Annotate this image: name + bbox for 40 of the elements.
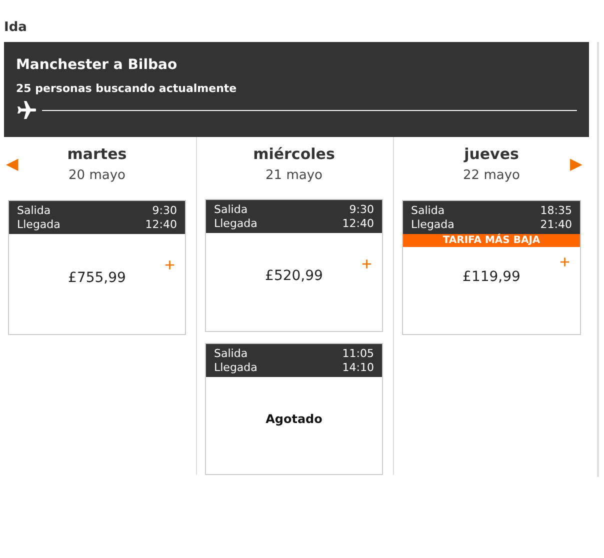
flight-card[interactable]: Salida 9:30 Llegada 12:40 £520,99 + — [205, 199, 383, 332]
departure-label: Salida — [17, 204, 51, 218]
price: £755,99 — [68, 270, 126, 286]
departure-label: Salida — [411, 204, 445, 218]
arrival-label: Llegada — [411, 218, 454, 232]
route-subtitle: 25 personas buscando actualmente — [16, 82, 238, 95]
date: 22 mayo — [463, 168, 520, 183]
weekday: miércoles — [253, 145, 335, 163]
arrival-time: 12:40 — [342, 217, 374, 232]
arrival-time: 12:40 — [145, 218, 177, 232]
departure-time: 9:30 — [152, 204, 177, 218]
weekday: martes — [67, 145, 127, 163]
add-button[interactable]: + — [164, 256, 175, 274]
date: 20 mayo — [68, 168, 126, 183]
section-title: Ida — [3, 20, 28, 37]
flight-card[interactable]: Salida 11:05 Llegada 14:10 Agotado — [205, 342, 383, 475]
arrival-label: Llegada — [17, 218, 60, 232]
flight-card[interactable]: Salida 18:35 Llegada 21:40 TARIFA MÁS BAJA £119,99 + — [402, 200, 581, 335]
departure-label: Salida — [214, 346, 248, 361]
previous-day-button[interactable]: ◀ — [6, 154, 18, 174]
departure-time: 11:05 — [342, 346, 374, 361]
date: 21 mayo — [266, 168, 322, 183]
route-title: Manchester a Bilbao — [16, 57, 178, 73]
flight-card[interactable]: Salida 9:30 Llegada 12:40 £755,99 + — [8, 200, 186, 335]
price: £119,99 — [462, 268, 520, 284]
add-button[interactable]: + — [559, 253, 570, 271]
arrival-label: Llegada — [214, 217, 258, 232]
next-day-button[interactable]: ▶ — [570, 154, 582, 174]
weekday: jueves — [464, 145, 519, 163]
sold-out-label: Agotado — [266, 412, 322, 426]
price: £520,99 — [265, 268, 323, 284]
arrival-time: 21:40 — [540, 218, 572, 232]
arrival-time: 14:10 — [342, 360, 374, 375]
departure-label: Salida — [214, 203, 248, 218]
arrival-label: Llegada — [214, 360, 258, 375]
departure-time: 18:35 — [540, 204, 572, 218]
lowest-fare-badge: TARIFA MÁS BAJA — [403, 234, 580, 247]
airplane-icon — [16, 101, 36, 119]
departure-time: 9:30 — [349, 203, 374, 218]
add-button[interactable]: + — [361, 255, 372, 274]
